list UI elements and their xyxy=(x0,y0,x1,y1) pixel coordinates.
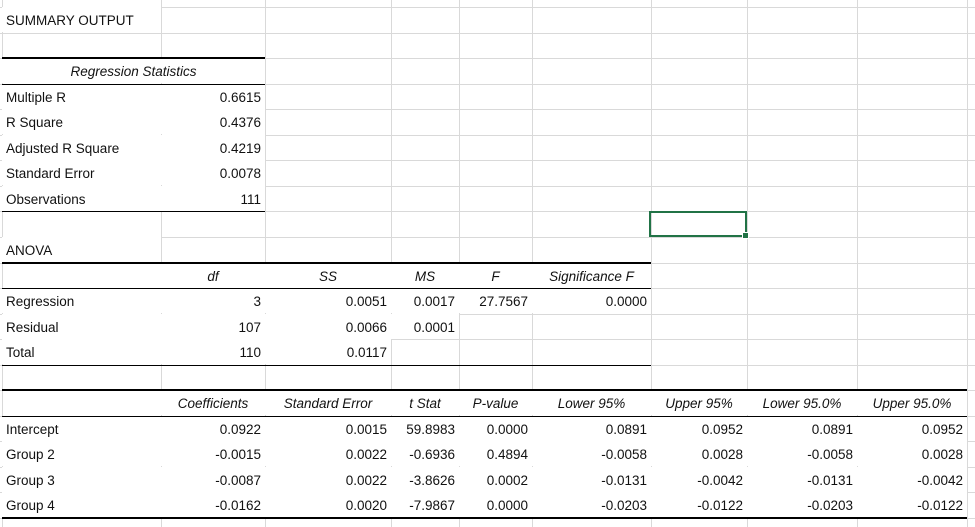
coefficient-value[interactable]: -7.9867 xyxy=(391,492,459,517)
table-border xyxy=(2,84,265,85)
coefficient-value[interactable]: 0.0891 xyxy=(532,416,651,441)
coefficient-value[interactable]: 0.0891 xyxy=(747,416,857,441)
anova-value[interactable]: 0.0017 xyxy=(391,288,459,313)
coefficients-header[interactable]: Upper 95% xyxy=(651,390,747,415)
coefficient-value[interactable]: -0.0042 xyxy=(857,467,967,492)
fill-handle[interactable] xyxy=(742,232,749,239)
coefficient-value[interactable]: -0.0058 xyxy=(532,441,651,466)
anova-row-label[interactable]: Total xyxy=(2,339,161,364)
coefficient-value[interactable]: 0.0028 xyxy=(857,441,967,466)
coefficient-value[interactable]: -0.0042 xyxy=(651,467,747,492)
coefficient-value[interactable]: -0.0131 xyxy=(532,467,651,492)
table-border xyxy=(2,211,265,212)
coefficient-value[interactable]: 0.0028 xyxy=(651,441,747,466)
row-gridline xyxy=(0,33,975,34)
summary-title[interactable]: SUMMARY OUTPUT xyxy=(2,7,161,32)
table-border xyxy=(2,389,967,391)
table-border xyxy=(2,288,651,289)
anova-value[interactable]: 110 xyxy=(161,339,265,364)
stat-label[interactable]: Multiple R xyxy=(2,84,161,109)
stat-label[interactable]: R Square xyxy=(2,109,161,134)
coefficient-value[interactable]: -0.6936 xyxy=(391,441,459,466)
coefficient-row-label[interactable]: Group 2 xyxy=(2,441,161,466)
coefficient-value[interactable]: -0.0122 xyxy=(857,492,967,517)
coefficient-value[interactable]: -0.0162 xyxy=(161,492,265,517)
coefficients-header[interactable]: P-value xyxy=(459,390,532,415)
coefficient-value[interactable]: -0.0058 xyxy=(747,441,857,466)
coefficient-value[interactable]: 0.0922 xyxy=(161,416,265,441)
anova-header[interactable]: SS xyxy=(265,263,391,288)
coefficient-value[interactable]: 0.0952 xyxy=(857,416,967,441)
anova-title[interactable]: ANOVA xyxy=(2,237,161,262)
anova-value[interactable]: 0.0051 xyxy=(265,288,391,313)
coefficient-value[interactable]: -0.0015 xyxy=(161,441,265,466)
coefficient-value[interactable]: 0.0020 xyxy=(265,492,391,517)
anova-value[interactable]: 0.0066 xyxy=(265,314,391,339)
table-border xyxy=(2,262,651,264)
coefficient-value[interactable]: -0.0131 xyxy=(747,467,857,492)
anova-row-label[interactable]: Residual xyxy=(2,314,161,339)
anova-header[interactable]: F xyxy=(459,263,532,288)
coefficient-row-label[interactable]: Group 3 xyxy=(2,467,161,492)
stat-value[interactable]: 0.4219 xyxy=(161,135,265,160)
anova-row-label[interactable]: Regression xyxy=(2,288,161,313)
coefficient-value[interactable]: 0.0022 xyxy=(265,467,391,492)
coefficient-row-label[interactable]: Group 4 xyxy=(2,492,161,517)
coefficients-header[interactable]: t Stat xyxy=(391,390,459,415)
coefficients-header[interactable]: Lower 95.0% xyxy=(747,390,857,415)
coefficients-header[interactable]: Lower 95% xyxy=(532,390,651,415)
coefficients-header[interactable]: Upper 95.0% xyxy=(857,390,967,415)
anova-value[interactable]: 0.0000 xyxy=(532,288,651,313)
coefficient-value[interactable]: 0.0015 xyxy=(265,416,391,441)
coefficient-value[interactable]: -0.0122 xyxy=(651,492,747,517)
coefficient-value[interactable]: 0.0022 xyxy=(265,441,391,466)
anova-value[interactable]: 0.0001 xyxy=(391,314,459,339)
coefficient-value[interactable]: -3.8626 xyxy=(391,467,459,492)
anova-value[interactable]: 107 xyxy=(161,314,265,339)
coefficient-value[interactable]: 0.0952 xyxy=(651,416,747,441)
anova-header[interactable]: Significance F xyxy=(532,263,651,288)
coefficient-row-label[interactable]: Intercept xyxy=(2,416,161,441)
stat-label[interactable]: Standard Error xyxy=(2,160,161,185)
coefficient-value[interactable]: 0.4894 xyxy=(459,441,532,466)
anova-header[interactable]: df xyxy=(161,263,265,288)
coefficient-value[interactable]: 59.8983 xyxy=(391,416,459,441)
stat-value[interactable]: 0.4376 xyxy=(161,109,265,134)
anova-header[interactable]: MS xyxy=(391,263,459,288)
anova-value[interactable]: 3 xyxy=(161,288,265,313)
table-border xyxy=(2,365,651,366)
stat-label[interactable]: Observations xyxy=(2,186,161,211)
coefficient-value[interactable]: -0.0203 xyxy=(532,492,651,517)
selected-cell[interactable] xyxy=(649,211,749,239)
stat-value[interactable]: 111 xyxy=(161,186,265,211)
anova-value[interactable]: 27.7567 xyxy=(459,288,532,313)
coefficient-value[interactable]: -0.0087 xyxy=(161,467,265,492)
coefficient-value[interactable]: -0.0203 xyxy=(747,492,857,517)
regression-statistics-header[interactable]: Regression Statistics xyxy=(2,58,265,83)
coefficients-header[interactable]: Coefficients xyxy=(161,390,265,415)
spreadsheet-grid[interactable]: SUMMARY OUTPUT Regression Statistics Multi… xyxy=(0,0,975,527)
table-border xyxy=(2,517,967,519)
coefficient-value[interactable]: 0.0002 xyxy=(459,467,532,492)
table-border xyxy=(2,416,967,417)
stat-value[interactable]: 0.0078 xyxy=(161,160,265,185)
coefficient-value[interactable]: 0.0000 xyxy=(459,416,532,441)
anova-value[interactable]: 0.0117 xyxy=(265,339,391,364)
coefficient-value[interactable]: 0.0000 xyxy=(459,492,532,517)
stat-value[interactable]: 0.6615 xyxy=(161,84,265,109)
stat-label[interactable]: Adjusted R Square xyxy=(2,135,161,160)
table-border xyxy=(2,57,265,59)
coefficients-header[interactable]: Standard Error xyxy=(265,390,391,415)
